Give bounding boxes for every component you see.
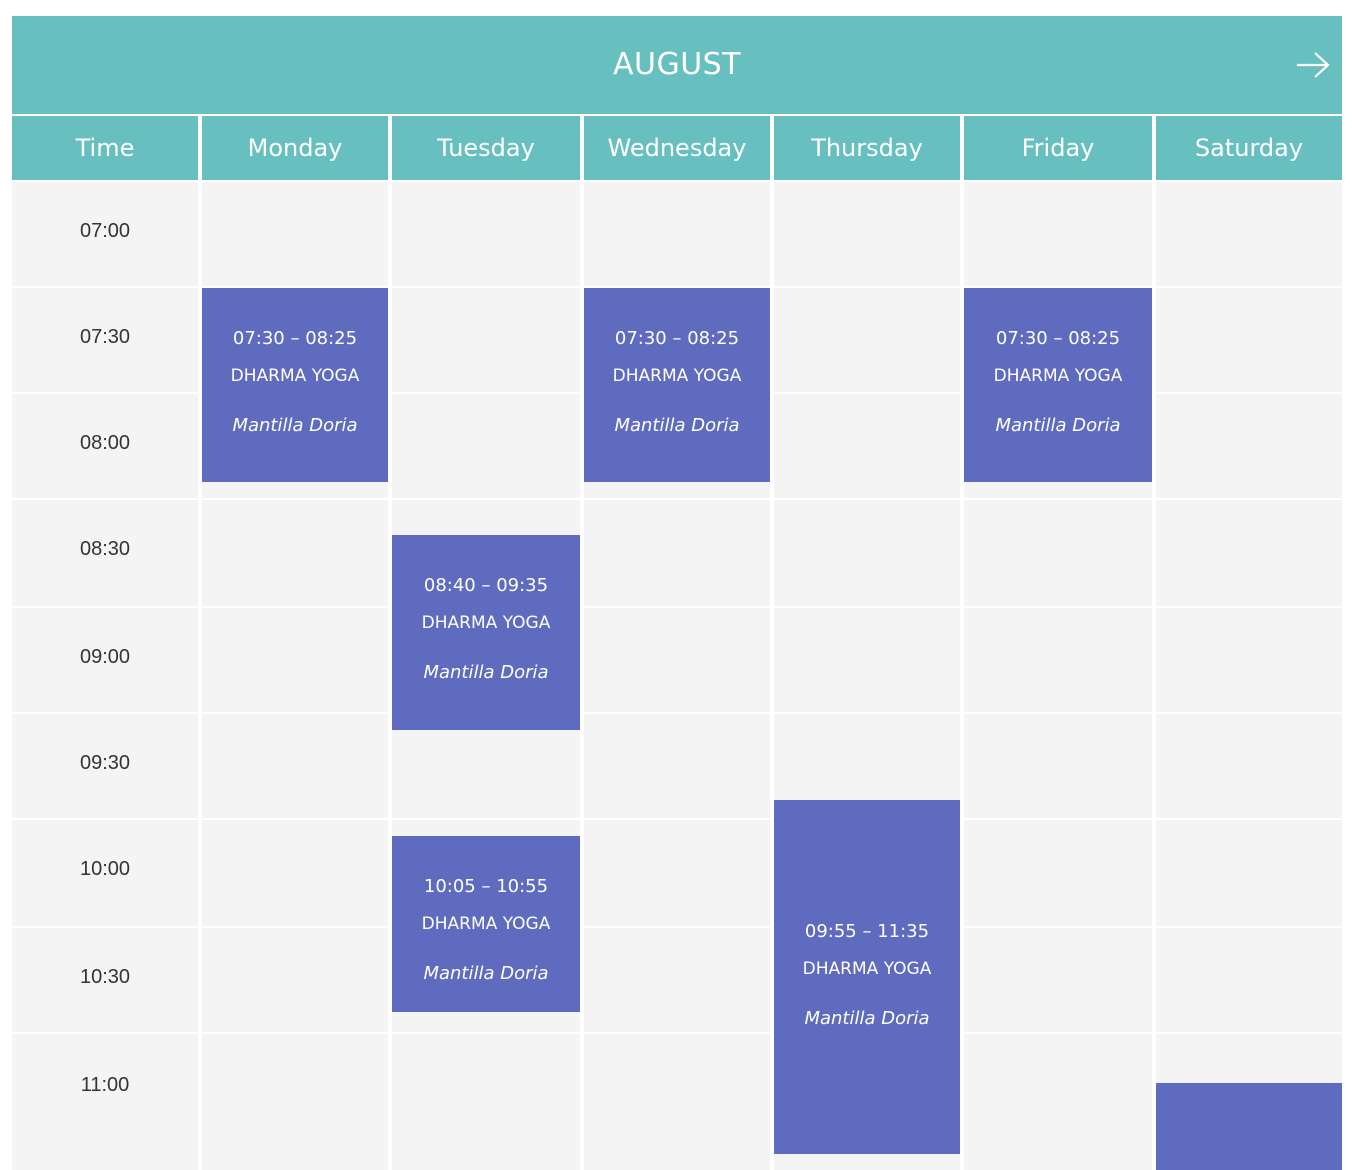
slot-cell[interactable]	[584, 182, 770, 286]
event-block[interactable]: 07:30 – 08:25 DHARMA YOGA Mantilla Doria	[584, 288, 770, 482]
slot-cell[interactable]	[392, 1034, 580, 1170]
event-block[interactable]: 08:40 – 09:35 DHARMA YOGA Mantilla Doria	[392, 535, 580, 730]
event-teacher: Mantilla Doria	[804, 1008, 930, 1029]
time-label: 11:00	[80, 1074, 130, 1096]
event-block[interactable]: 07:30 – 08:25 DHARMA YOGA Mantilla Doria	[964, 288, 1152, 482]
time-cell: 10:30	[12, 928, 198, 1032]
column-header-friday: Friday	[964, 116, 1152, 180]
slot-cell[interactable]	[774, 394, 960, 498]
slot-cell[interactable]	[584, 500, 770, 606]
slot-cell[interactable]	[584, 714, 770, 818]
column-header-thursday: Thursday	[774, 116, 960, 180]
slot-cell[interactable]	[964, 1034, 1152, 1170]
time-label: 09:00	[79, 646, 131, 668]
time-cell: 07:30	[12, 288, 198, 392]
column-header-tuesday: Tuesday	[392, 116, 580, 180]
event-title: DHARMA YOGA	[802, 959, 932, 979]
slot-cell[interactable]	[964, 500, 1152, 606]
event-teacher: Mantilla Doria	[995, 415, 1121, 436]
column-header-saturday: Saturday	[1156, 116, 1342, 180]
slot-cell[interactable]	[202, 820, 388, 926]
event-time: 09:55 – 11:35	[804, 921, 930, 942]
slot-cell[interactable]	[584, 820, 770, 926]
time-label: 08:00	[79, 432, 131, 454]
event-time: 07:30 – 08:25	[614, 328, 740, 349]
slot-cell[interactable]	[202, 608, 388, 712]
slot-cell[interactable]	[964, 182, 1152, 286]
event-block[interactable]: 10:05 – 10:55 DHARMA YOGA Mantilla Doria	[392, 836, 580, 1012]
month-header: AUGUST	[12, 16, 1342, 114]
slot-cell[interactable]	[774, 182, 960, 286]
event-block[interactable]: 09:55 – 11:35 DHARMA YOGA Mantilla Doria	[774, 800, 960, 1154]
column-header-time: Time	[12, 116, 198, 180]
slot-cell[interactable]	[774, 288, 960, 392]
event-time: 07:30 – 08:25	[995, 328, 1121, 349]
month-title: AUGUST	[612, 47, 742, 82]
time-cell: 08:00	[12, 394, 198, 498]
event-title: DHARMA YOGA	[230, 366, 360, 386]
arrow-right-icon	[1297, 52, 1330, 78]
event-time: 10:05 – 10:55	[423, 876, 549, 897]
time-label: 07:30	[79, 326, 131, 348]
next-month-button[interactable]	[1296, 50, 1330, 80]
time-cell: 09:30	[12, 714, 198, 818]
slot-cell[interactable]	[774, 608, 960, 712]
time-cell: 07:00	[12, 182, 198, 286]
slot-cell[interactable]	[964, 928, 1152, 1032]
slot-cell[interactable]	[202, 182, 388, 286]
slot-cell[interactable]	[584, 928, 770, 1032]
event-time: 07:30 – 08:25	[232, 328, 358, 349]
event-title: DHARMA YOGA	[993, 366, 1123, 386]
slot-cell[interactable]	[584, 608, 770, 712]
slot-cell[interactable]	[1156, 288, 1342, 392]
event-block[interactable]: 07:30 – 08:25 DHARMA YOGA Mantilla Doria	[202, 288, 388, 482]
slot-cell[interactable]	[202, 928, 388, 1032]
time-label: 09:30	[79, 752, 131, 774]
slot-cell[interactable]	[584, 1034, 770, 1170]
event-teacher: Mantilla Doria	[423, 963, 549, 984]
event-time: 08:40 – 09:35	[423, 575, 549, 596]
time-label: 08:30	[79, 538, 131, 560]
slot-cell[interactable]	[1156, 500, 1342, 606]
event-title: DHARMA YOGA	[612, 366, 742, 386]
time-label: 10:00	[79, 858, 131, 880]
slot-cell[interactable]	[1156, 820, 1342, 926]
slot-cell[interactable]	[202, 714, 388, 818]
time-cell: 09:00	[12, 608, 198, 712]
event-teacher: Mantilla Doria	[232, 415, 358, 436]
event-teacher: Mantilla Doria	[423, 662, 549, 683]
slot-cell[interactable]	[392, 288, 580, 392]
column-header-monday: Monday	[202, 116, 388, 180]
slot-cell[interactable]	[964, 714, 1152, 818]
event-title: DHARMA YOGA	[421, 914, 551, 934]
slot-cell[interactable]	[392, 394, 580, 498]
time-label: 07:00	[79, 220, 131, 242]
column-header-wednesday: Wednesday	[584, 116, 770, 180]
slot-cell[interactable]	[392, 182, 580, 286]
slot-cell[interactable]	[964, 820, 1152, 926]
event-title: DHARMA YOGA	[421, 613, 551, 633]
slot-cell[interactable]	[774, 500, 960, 606]
slot-cell[interactable]	[202, 500, 388, 606]
slot-cell[interactable]	[202, 1034, 388, 1170]
slot-cell[interactable]	[1156, 714, 1342, 818]
event-block[interactable]	[1156, 1083, 1342, 1170]
time-cell: 11:00	[12, 1034, 198, 1170]
slot-cell[interactable]	[1156, 182, 1342, 286]
time-cell: 10:00	[12, 820, 198, 926]
slot-cell[interactable]	[964, 608, 1152, 712]
slot-cell[interactable]	[1156, 608, 1342, 712]
slot-cell[interactable]	[1156, 394, 1342, 498]
time-cell: 08:30	[12, 500, 198, 606]
slot-cell[interactable]	[1156, 928, 1342, 1032]
event-teacher: Mantilla Doria	[614, 415, 740, 436]
time-label: 10:30	[79, 966, 131, 988]
